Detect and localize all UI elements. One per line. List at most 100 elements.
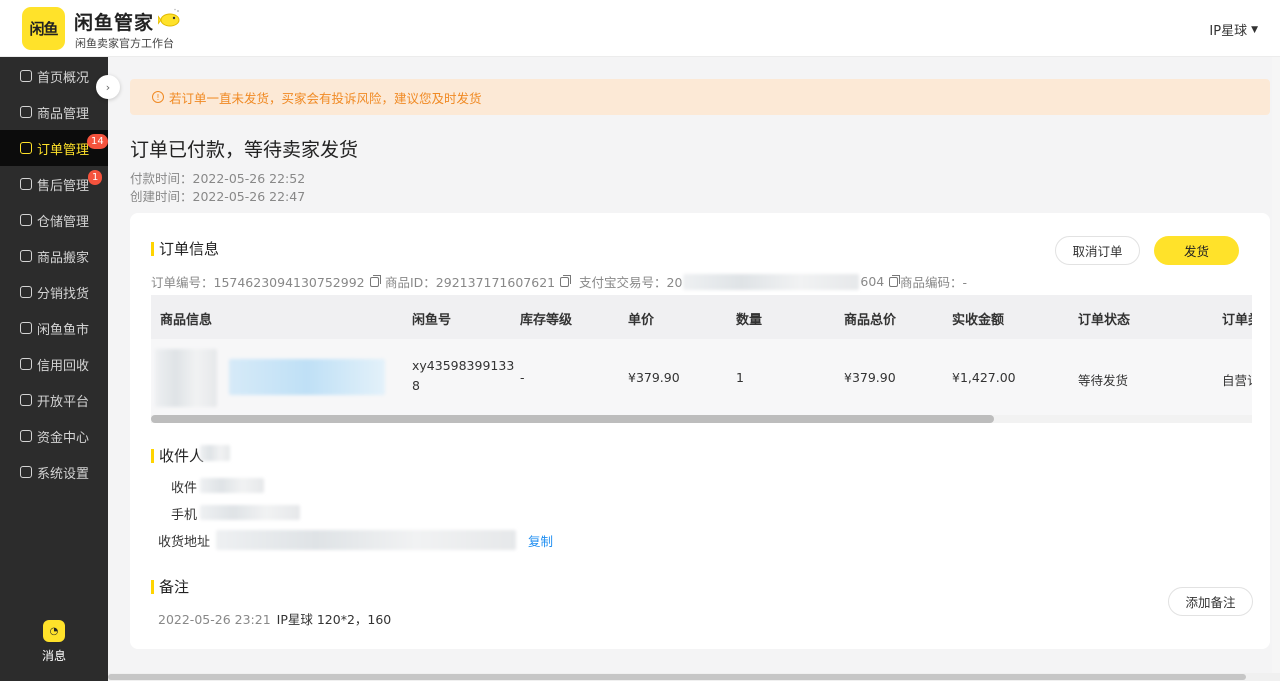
copy-icon[interactable]	[560, 274, 572, 287]
copy-icon[interactable]	[369, 274, 381, 287]
product-code: 商品编码：-	[900, 275, 968, 290]
product-id: 商品ID：292137171607621	[385, 272, 572, 291]
after-sales-badge: 1	[88, 170, 103, 185]
receiver-name-label: 收件	[171, 481, 198, 496]
column-header: 订单类	[1222, 313, 1252, 328]
remark-entry: 2022-05-26 23:21 IP星球 120*2，160	[158, 609, 391, 628]
message-icon: ◔	[43, 620, 65, 642]
redacted-name	[200, 478, 264, 493]
column-header: 订单状态	[1078, 313, 1131, 328]
sidebar-item-fund[interactable]: 资金中心	[0, 418, 108, 454]
created-time: 创建时间：2022-05-26 22:47	[130, 189, 306, 204]
table-scrollbar-thumb[interactable]	[151, 415, 994, 423]
redacted-address	[216, 530, 516, 550]
order-info-title: 订单信息	[151, 238, 219, 259]
distribute-icon	[20, 286, 32, 298]
order-type: 自营订	[1222, 373, 1252, 388]
order-icon	[20, 142, 32, 154]
chevron-right-icon: ›	[105, 80, 111, 94]
user-name: IP星球	[1209, 24, 1248, 39]
redacted-trade-no	[683, 273, 860, 290]
sidebar-item-label: 商品管理	[37, 106, 90, 122]
fund-icon	[20, 430, 32, 442]
sidebar-item-market[interactable]: 闲鱼鱼市	[0, 310, 108, 346]
xianyu-number: xy43598399133	[412, 358, 515, 373]
column-header: 数量	[736, 313, 763, 328]
table-scrollbar[interactable]	[151, 415, 1252, 423]
warehouse-icon	[20, 214, 32, 226]
gear-icon	[20, 466, 32, 478]
order-status: 等待发货	[1078, 373, 1129, 388]
product-thumbnail	[155, 349, 217, 407]
bag-icon	[20, 106, 32, 118]
redacted-phone	[200, 505, 300, 520]
ship-button[interactable]: 发货	[1154, 236, 1239, 265]
sidebar-item-after-sales[interactable]: 售后管理 1	[0, 166, 108, 202]
sidebar-item-products[interactable]: 商品管理	[0, 94, 108, 130]
quantity: 1	[736, 370, 744, 385]
user-menu[interactable]: IP星球 ▼	[1209, 20, 1258, 39]
receiver-phone-label: 手机	[171, 508, 198, 523]
shipping-notice: ! 若订单一直未发货，买家会有投诉风险，建议您及时发货	[130, 79, 1270, 115]
product-id-text: 商品ID：292137171607621	[385, 275, 556, 290]
remark-title: 备注	[151, 576, 189, 597]
sidebar-item-recycle[interactable]: 信用回收	[0, 346, 108, 382]
sidebar-item-label: 订单管理	[37, 142, 90, 158]
market-icon	[20, 322, 32, 334]
sidebar-item-platform[interactable]: 开放平台	[0, 382, 108, 418]
copy-address-link[interactable]: 复制	[528, 531, 553, 550]
notice-text: 若订单一直未发货，买家会有投诉风险，建议您及时发货	[169, 90, 482, 106]
sidebar-item-label: 首页概况	[37, 70, 90, 86]
page-vertical-scrollbar[interactable]	[1272, 57, 1280, 673]
move-icon	[20, 250, 32, 262]
app-logo[interactable]: 闲鱼	[22, 7, 65, 50]
unit-price: ¥379.90	[628, 370, 680, 385]
page-horizontal-scrollbar[interactable]	[108, 673, 1280, 681]
sidebar-item-move[interactable]: 商品搬家	[0, 238, 108, 274]
alipay-prefix: 支付宝交易号：20	[579, 275, 683, 290]
order-count-badge: 14	[87, 134, 108, 149]
column-header: 实收金额	[952, 313, 1005, 328]
order-status-title: 订单已付款，等待卖家发货	[130, 139, 359, 161]
page-scrollbar-thumb[interactable]	[108, 674, 1246, 680]
recycle-icon	[20, 358, 32, 370]
cancel-order-button[interactable]: 取消订单	[1055, 236, 1140, 265]
alipay-suffix: 604	[860, 274, 885, 289]
order-number: 订单编号：1574623094130752992	[151, 272, 381, 291]
table-header: 商品信息 闲鱼号 库存等级 单价 数量 商品总价 实收金额 订单状态 订单类	[151, 295, 1252, 339]
sidebar-item-warehouse[interactable]: 仓储管理	[0, 202, 108, 238]
receiver-title: 收件人	[151, 445, 204, 466]
remark-content: IP星球 120*2，160	[276, 612, 392, 627]
logo-text: 闲鱼	[29, 20, 58, 38]
receiver-title-text: 收件人	[159, 447, 205, 465]
stock-level: -	[520, 370, 525, 385]
sidebar-item-home[interactable]: 首页概况	[0, 58, 108, 94]
platform-icon	[20, 394, 32, 406]
order-detail-card: 订单信息 取消订单 发货 订单编号：1574623094130752992 商品…	[130, 213, 1270, 649]
copy-icon[interactable]	[889, 274, 901, 287]
brand-subtitle: 闲鱼卖家官方工作台	[75, 37, 174, 50]
total-price: ¥379.90	[844, 370, 896, 385]
brand-title: 闲鱼管家	[74, 12, 155, 34]
column-header: 商品信息	[160, 313, 213, 328]
sidebar-item-label: 分销找货	[37, 286, 90, 302]
sidebar-item-label: 售后管理	[37, 178, 90, 194]
message-button[interactable]: ◔ 消息	[0, 620, 108, 664]
sidebar-item-distribute[interactable]: 分销找货	[0, 274, 108, 310]
redacted-receiver	[200, 445, 230, 461]
xianyu-number-tail: 8	[412, 378, 420, 393]
table-row[interactable]: xy43598399133 8 - ¥379.90 1 ¥379.90 ¥1,4…	[151, 339, 1252, 415]
sidebar-item-label: 仓储管理	[37, 214, 90, 230]
grid-icon	[20, 70, 32, 82]
fish-logo-icon	[158, 8, 180, 27]
sidebar-item-label: 系统设置	[37, 466, 90, 482]
collapse-sidebar-button[interactable]: ›	[96, 75, 120, 99]
add-remark-button[interactable]: 添加备注	[1168, 587, 1253, 616]
sidebar-item-label: 商品搬家	[37, 250, 90, 266]
order-number-text: 订单编号：1574623094130752992	[151, 275, 365, 290]
sidebar-item-orders[interactable]: 订单管理 14	[0, 130, 108, 166]
column-header: 库存等级	[520, 313, 573, 328]
alipay-trade-no: 支付宝交易号：20 604	[579, 272, 901, 291]
sidebar-item-settings[interactable]: 系统设置	[0, 454, 108, 490]
column-header: 单价	[628, 313, 655, 328]
